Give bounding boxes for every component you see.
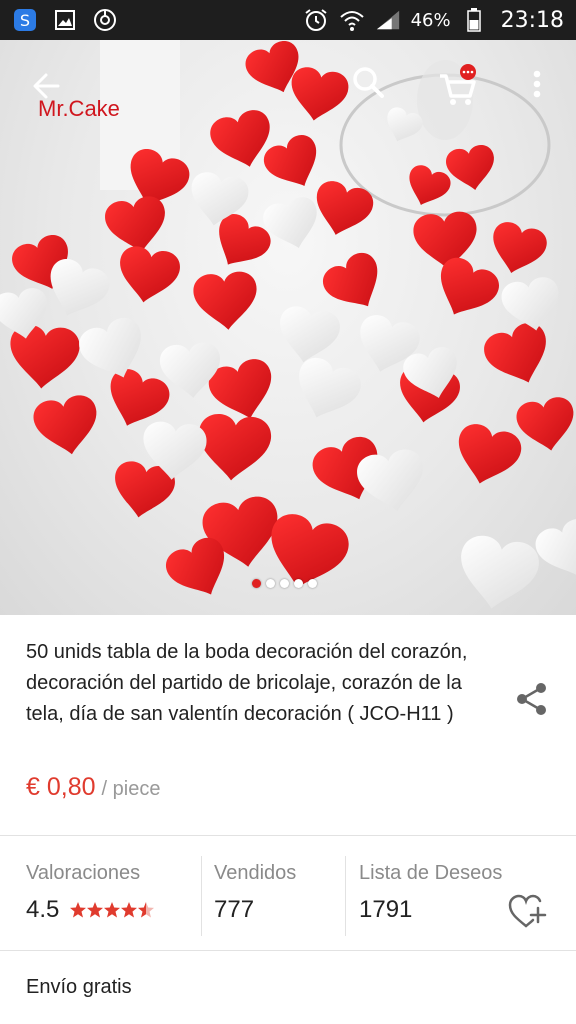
divider <box>0 950 576 951</box>
status-time: 23:18 <box>500 7 564 33</box>
carousel-dot[interactable] <box>266 579 275 588</box>
carousel-indicator <box>252 579 317 588</box>
svg-text:S: S <box>20 11 30 30</box>
more-vert-icon <box>533 70 541 98</box>
carousel-dot[interactable] <box>252 579 261 588</box>
store-brand-watermark: Mr.Cake <box>38 96 120 121</box>
signal-icon <box>375 7 401 33</box>
search-button[interactable] <box>350 64 390 104</box>
price: € 0,80 <box>26 773 96 801</box>
wifi-icon <box>339 7 365 33</box>
wishlist-stat: Lista de Deseos 1791 <box>359 836 559 950</box>
share-icon <box>517 683 546 715</box>
sold-stat: Vendidos 777 <box>214 836 334 950</box>
stats-row: Valoraciones 4.5 Vendidos 777 Lista de D… <box>0 836 576 950</box>
wishlist-value: 1791 <box>359 896 413 923</box>
star-icon <box>121 902 137 918</box>
clock-app-icon <box>92 7 118 33</box>
sold-label: Vendidos <box>214 862 297 884</box>
divider <box>345 856 346 936</box>
add-to-wishlist-button[interactable] <box>508 894 548 930</box>
star-icon <box>104 902 120 918</box>
search-icon <box>353 67 384 98</box>
more-options-button[interactable] <box>522 64 552 108</box>
free-shipping-label[interactable]: Envío gratis <box>26 976 132 999</box>
s-app-icon: S <box>12 7 38 33</box>
carousel-dot[interactable] <box>280 579 289 588</box>
battery-icon <box>461 7 487 33</box>
battery-percent: 46% <box>410 9 451 31</box>
heart-plus-icon <box>508 894 547 928</box>
carousel-dot[interactable] <box>294 579 303 588</box>
rating-stars <box>70 902 180 922</box>
price-unit: / piece <box>101 778 161 800</box>
star-icon <box>87 902 103 918</box>
alarm-icon <box>303 7 329 33</box>
cart-button[interactable] <box>436 64 480 108</box>
share-button[interactable] <box>512 679 552 719</box>
ratings-value: 4.5 <box>26 896 60 923</box>
gallery-icon <box>52 7 78 33</box>
product-title: 50 unids tabla de la boda decoración del… <box>26 641 468 725</box>
product-details: 50 unids tabla de la boda decoración del… <box>0 615 576 835</box>
ratings-label: Valoraciones <box>26 862 141 884</box>
status-bar: S 46% 23:18 <box>0 0 576 40</box>
cart-icon <box>440 64 476 105</box>
price-row: € 0,80/ piece <box>26 773 160 802</box>
star-icon <box>70 902 86 918</box>
wishlist-label: Lista de Deseos <box>359 862 503 884</box>
sold-value: 777 <box>214 896 255 923</box>
star-half-icon <box>138 902 146 918</box>
carousel-dot[interactable] <box>308 579 317 588</box>
ratings-stat[interactable]: Valoraciones 4.5 <box>26 836 196 950</box>
divider <box>201 856 202 936</box>
